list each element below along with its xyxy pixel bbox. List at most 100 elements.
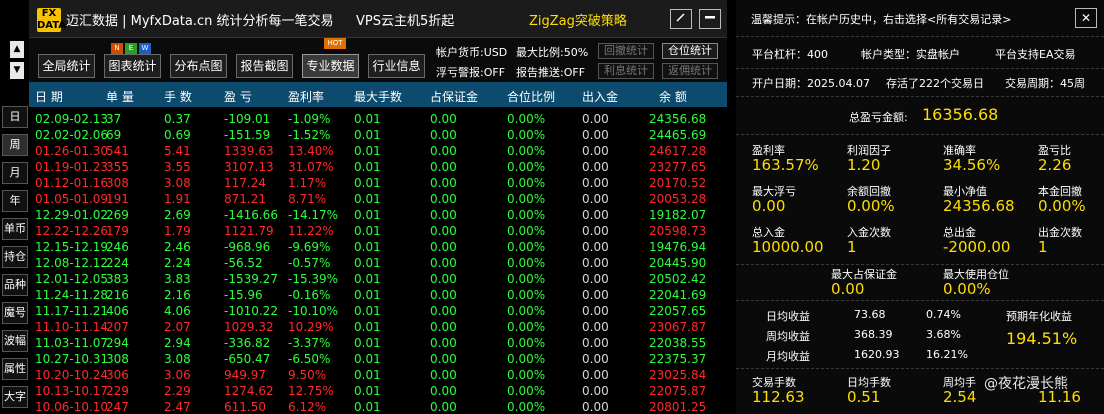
cell-date: 10.20-10.24 [35, 368, 109, 382]
cell-orders: 216 [106, 288, 129, 302]
cell-orders: 246 [106, 240, 129, 254]
header-lots[interactable]: 手 数 [164, 88, 192, 105]
cell-balance: 24356.68 [649, 112, 707, 126]
table-row[interactable]: 10.20-10.24 306 3.06 949.97 9.50% 0.01 0.00 0.0… [29, 367, 727, 384]
cell-margin: 0.00 [430, 160, 457, 174]
rail-button-single-currency[interactable]: 单币 [2, 218, 28, 240]
table-row[interactable]: 12.01-12.05 383 3.83 -1539.27 -15.39% 0.01 0.0… [29, 271, 727, 288]
cell-rate: 11.22% [288, 224, 334, 238]
table-row[interactable]: 10.06-10.10 247 2.47 611.50 6.12% 0.01 0.00 0.0… [29, 399, 727, 414]
cell-rate: -1.52% [288, 128, 331, 142]
header-rate[interactable]: 盈利率 [288, 88, 324, 105]
cell-orders: 406 [106, 304, 129, 318]
cell-lots: 5.41 [164, 144, 191, 158]
industry-info-button[interactable]: 行业信息 [368, 54, 425, 78]
cell-lots: 2.29 [164, 384, 191, 398]
table-row[interactable]: 10.27-10.31 308 3.08 -650.47 -6.50% 0.01 0.00 0… [29, 351, 727, 368]
cell-pnl: 1121.79 [224, 224, 274, 238]
global-stats-button[interactable]: 全局统计 [38, 54, 95, 78]
scroll-down-icon[interactable]: ▼ [10, 62, 24, 79]
scroll-up-icon[interactable]: ▲ [10, 41, 24, 58]
account-type-text: 帐户类型：实盘帐户 [861, 48, 960, 61]
cell-date: 11.17-11.21 [35, 304, 109, 318]
minus-icon[interactable] [699, 9, 721, 29]
vps-promo-link[interactable]: VPS云主机5折起 [356, 10, 454, 29]
close-icon[interactable]: ✕ [1075, 8, 1097, 28]
cell-orders: 37 [106, 112, 122, 126]
cell-date: 01.19-01.23 [35, 160, 109, 174]
table-row[interactable]: 02.09-02.13 37 0.37 -109.01 -1.09% 0.01 0.00 0.… [29, 111, 727, 128]
left-rail: ▲ ▼ 日 周 月 年 单币 持仓 品种 魔号 波幅 属性 大字 [0, 0, 29, 414]
table-row[interactable]: 02.02-02.06 69 0.69 -151.59 -1.52% 0.01 0.00 0.… [29, 127, 727, 144]
weekly-return-label: 周均收益 [766, 330, 810, 343]
cell-orders: 306 [106, 368, 129, 382]
header-cash-flow[interactable]: 出入金 [582, 88, 618, 105]
report-push[interactable]: 报告推送:OFF [516, 64, 585, 80]
header-pnl[interactable]: 盈 亏 [224, 88, 252, 105]
cell-rate: 10.29% [288, 320, 334, 334]
rail-button-month[interactable]: 月 [2, 162, 28, 184]
cell-orders: 247 [106, 400, 129, 414]
cell-date: 12.01-12.05 [35, 272, 109, 286]
table-row[interactable]: 12.15-12.19 246 2.46 -968.96 -9.69% 0.01 0.00 0… [29, 239, 727, 256]
cell-rate: 9.50% [288, 368, 327, 382]
cell-lots: 1.91 [164, 192, 191, 206]
cell-balance: 24465.69 [649, 128, 707, 142]
table-row[interactable]: 01.05-01.09 191 1.91 871.21 8.71% 0.01 0.00 0.0… [29, 191, 727, 208]
pencil-icon[interactable] [670, 9, 692, 29]
cell-pnl: -1010.22 [224, 304, 278, 318]
cell-ratio: 0.00% [507, 304, 546, 318]
rail-button-year[interactable]: 年 [2, 190, 28, 212]
drawdown-stats-button[interactable]: 回撤统计 [598, 43, 654, 59]
table-row[interactable]: 12.22-12.26 179 1.79 1121.79 11.22% 0.01 0.00 0… [29, 223, 727, 240]
table-row[interactable]: 01.12-01.16 308 3.08 117.24 1.17% 0.01 0.00 0.0… [29, 175, 727, 192]
chart-stats-button[interactable]: 图表统计 [104, 54, 161, 78]
cell-ratio: 0.00% [507, 192, 546, 206]
cell-maxlots: 0.01 [354, 336, 381, 350]
cell-ratio: 0.00% [507, 128, 546, 142]
table-row[interactable]: 01.19-01.23 355 3.55 3107.13 31.07% 0.01 0.00 0… [29, 159, 727, 176]
rebate-stats-button[interactable]: 返佣统计 [662, 63, 718, 79]
table-row[interactable]: 11.24-11.28 216 2.16 -15.96 -0.16% 0.01 0.00 0.… [29, 287, 727, 304]
table-row[interactable]: 11.17-11.21 406 4.06 -1010.22 -10.10% 0.01 0.0… [29, 303, 727, 320]
table-row[interactable]: 01.26-01.30 541 5.41 1339.63 13.40% 0.01 0.00 0… [29, 143, 727, 160]
zigzag-promo-link[interactable]: ZigZag突破策略 [529, 10, 627, 29]
stat-value: 1 [1038, 238, 1048, 256]
rail-button-large-font[interactable]: 大字 [2, 386, 28, 408]
cell-orders: 224 [106, 256, 129, 270]
distribution-chart-button[interactable]: 分布点图 [170, 54, 227, 78]
table-row[interactable]: 12.29-01.02 269 2.69 -1416.66 -14.17% 0.01 0.0… [29, 207, 727, 224]
header-position-ratio[interactable]: 合位比例 [507, 88, 555, 105]
rail-button-magic[interactable]: 魔号 [2, 302, 28, 324]
table-row[interactable]: 10.13-10.17 229 2.29 1274.62 12.75% 0.01 0.00 0… [29, 383, 727, 400]
header-date[interactable]: 日 期 [35, 88, 63, 105]
cell-flow: 0.00 [582, 368, 609, 382]
cell-pnl: -336.82 [224, 336, 271, 350]
rail-button-symbol[interactable]: 品种 [2, 274, 28, 296]
rail-button-week[interactable]: 周 [2, 134, 28, 156]
rail-button-attribute[interactable]: 属性 [2, 358, 28, 380]
cell-rate: -10.10% [288, 304, 339, 318]
rail-button-holdings[interactable]: 持仓 [2, 246, 28, 268]
table-header: 日 期 单 量 手 数 盈 亏 盈利率 最大手数 占保证金 合位比例 出入金 余… [29, 82, 727, 107]
float-loss-alert[interactable]: 浮亏警报:OFF [436, 64, 505, 80]
header-margin[interactable]: 占保证金 [430, 88, 478, 105]
table-row[interactable]: 12.08-12.12 224 2.24 -56.52 -0.57% 0.01 0.00 0.… [29, 255, 727, 272]
rail-button-day[interactable]: 日 [2, 106, 28, 128]
fxdata-logo: FX DATA [37, 8, 67, 32]
cell-maxlots: 0.01 [354, 272, 381, 286]
header-balance[interactable]: 余 额 [659, 88, 687, 105]
report-screenshot-button[interactable]: 报告截图 [236, 54, 293, 78]
interest-stats-button[interactable]: 利息统计 [598, 63, 654, 79]
rail-button-range[interactable]: 波幅 [2, 330, 28, 352]
table-row[interactable]: 11.10-11.14 207 2.07 1029.32 10.29% 0.01 0.00 0… [29, 319, 727, 336]
cell-ratio: 0.00% [507, 352, 546, 366]
position-stats-button[interactable]: 仓位统计 [662, 43, 718, 59]
cell-flow: 0.00 [582, 160, 609, 174]
table-row[interactable]: 11.03-11.07 294 2.94 -336.82 -3.37% 0.01 0.00 0… [29, 335, 727, 352]
cell-lots: 2.94 [164, 336, 191, 350]
header-orders[interactable]: 单 量 [106, 88, 134, 105]
header-max-lots[interactable]: 最大手数 [354, 88, 402, 105]
pro-data-button[interactable]: 专业数据 [302, 54, 359, 78]
stat-value: 10000.00 [752, 238, 824, 256]
